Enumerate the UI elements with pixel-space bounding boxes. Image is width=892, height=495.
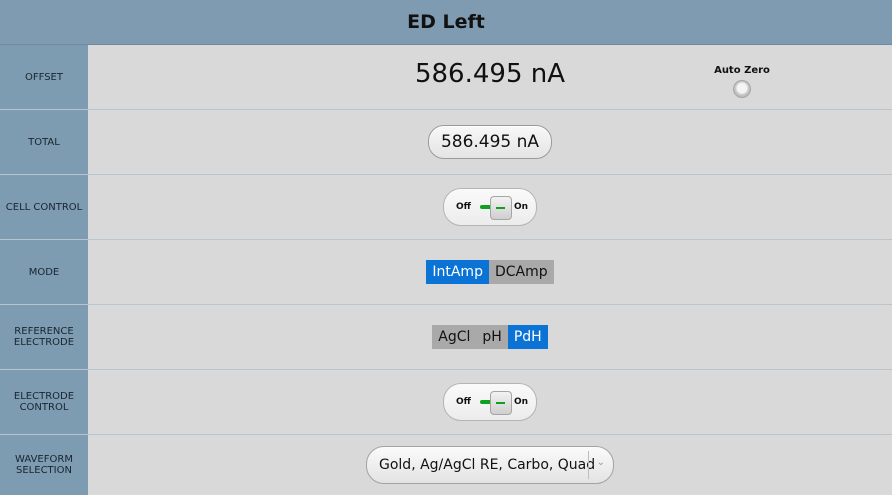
mode-option-intamp[interactable]: IntAmp — [426, 260, 489, 284]
ref-option-ph[interactable]: pH — [476, 325, 508, 349]
row-reference-electrode: REFERENCE ELECTRODE AgCl pH PdH — [0, 305, 892, 370]
reference-electrode-label-text: REFERENCE ELECTRODE — [13, 326, 75, 348]
offset-content: 586.495 nA Auto Zero — [88, 45, 892, 109]
waveform-dropdown[interactable]: Gold, Ag/AgCl RE, Carbo, Quad ⌄ — [366, 446, 614, 484]
radio-button-icon[interactable] — [733, 80, 751, 98]
electrode-control-label-text: ELECTRODE CONTROL — [13, 391, 75, 413]
cell-control-on-label: On — [514, 202, 529, 212]
waveform-selected-value: Gold, Ag/AgCl RE, Carbo, Quad — [379, 457, 596, 473]
panel-header: ED Left — [0, 0, 892, 45]
reference-electrode-segmented-control: AgCl pH PdH — [432, 325, 548, 349]
cell-control-label: CELL CONTROL — [0, 175, 88, 239]
row-total: TOTAL 586.495 nA — [0, 110, 892, 175]
row-waveform-selection: WAVEFORM SELECTION Gold, Ag/AgCl RE, Car… — [0, 435, 892, 495]
total-value: 586.495 nA — [440, 132, 540, 152]
cell-control-label-text: CELL CONTROL — [5, 201, 83, 213]
mode-option-dcamp[interactable]: DCAmp — [488, 260, 554, 284]
reference-electrode-label: REFERENCE ELECTRODE — [0, 305, 88, 369]
electrode-control-label: ELECTRODE CONTROL — [0, 370, 88, 434]
toggle-knob[interactable] — [490, 391, 512, 415]
total-label: TOTAL — [0, 110, 88, 174]
cell-control-toggle[interactable]: Off On — [443, 188, 537, 226]
offset-label: OFFSET — [0, 45, 88, 109]
row-mode: MODE IntAmp DCAmp — [0, 240, 892, 305]
cell-control-off-label: Off — [456, 202, 471, 212]
total-label-text: TOTAL — [28, 136, 60, 148]
ref-option-pdh[interactable]: PdH — [507, 325, 548, 349]
row-cell-control: CELL CONTROL Off On — [0, 175, 892, 240]
electrode-control-content: Off On — [88, 370, 892, 434]
panel-title: ED Left — [407, 11, 485, 33]
mode-segmented-control: IntAmp DCAmp — [426, 260, 554, 284]
electrode-control-off-label: Off — [456, 397, 471, 407]
ed-left-panel: ED Left OFFSET 586.495 nA Auto Zero TOTA… — [0, 0, 892, 495]
waveform-selection-content: Gold, Ag/AgCl RE, Carbo, Quad ⌄ — [88, 435, 892, 495]
ref-option-agcl[interactable]: AgCl — [432, 325, 477, 349]
electrode-control-on-label: On — [514, 397, 529, 407]
electrode-control-toggle[interactable]: Off On — [443, 383, 537, 421]
row-electrode-control: ELECTRODE CONTROL Off On — [0, 370, 892, 435]
reference-electrode-content: AgCl pH PdH — [88, 305, 892, 369]
mode-label-text: MODE — [28, 266, 60, 278]
total-value-pill: 586.495 nA — [428, 125, 552, 159]
waveform-selection-label-text: WAVEFORM SELECTION — [15, 454, 73, 476]
waveform-selection-label: WAVEFORM SELECTION — [0, 435, 88, 495]
toggle-knob[interactable] — [490, 196, 512, 220]
dropdown-separator — [588, 451, 589, 479]
mode-content: IntAmp DCAmp — [88, 240, 892, 304]
offset-label-text: OFFSET — [25, 71, 63, 83]
cell-control-content: Off On — [88, 175, 892, 239]
auto-zero-control[interactable]: Auto Zero — [712, 65, 772, 98]
auto-zero-label: Auto Zero — [714, 65, 770, 76]
total-content: 586.495 nA — [88, 110, 892, 174]
chevron-down-icon[interactable]: ⌄ — [597, 457, 605, 468]
row-offset: OFFSET 586.495 nA Auto Zero — [0, 45, 892, 110]
mode-label: MODE — [0, 240, 88, 304]
